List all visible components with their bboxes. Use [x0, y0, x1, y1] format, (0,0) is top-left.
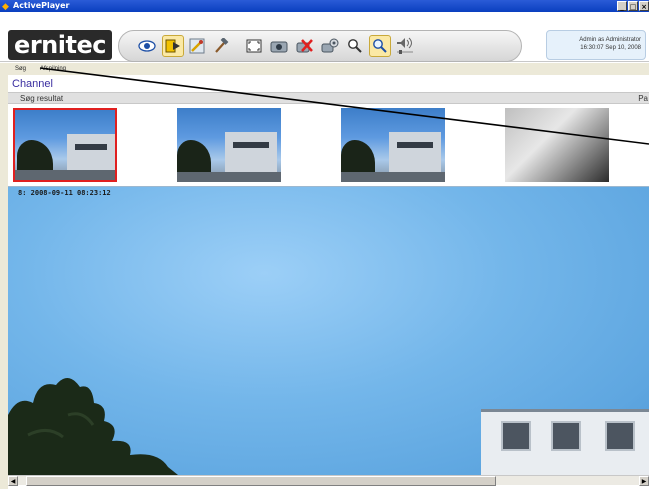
menu-bar: Søg Afspilning [0, 63, 649, 75]
audio-button[interactable] [394, 35, 416, 57]
minimize-button[interactable]: _ [617, 1, 627, 11]
building-windows [233, 142, 269, 148]
ground [177, 172, 281, 182]
active-player-window: ◆ ActivePlayer _ □ × ernitec Admin as Ad… [0, 0, 649, 489]
app-icon: ◆ [2, 1, 9, 11]
scroll-thumb[interactable] [26, 476, 496, 486]
thumbnail-strip [8, 104, 649, 184]
building-windows [75, 144, 107, 150]
zoom-icon [373, 39, 387, 53]
result-header-right: Pa [638, 94, 648, 103]
horizontal-scrollbar[interactable]: ◀ ▶ [8, 475, 649, 486]
window-title: ActivePlayer [13, 1, 70, 10]
delete-icon [296, 39, 313, 53]
window-controls: _ □ × [617, 1, 649, 11]
thumbnail-2[interactable] [177, 108, 281, 182]
zoom-button[interactable] [369, 35, 391, 57]
eye-icon [138, 40, 156, 52]
playback-button[interactable] [162, 35, 184, 57]
tree-silhouette [8, 377, 178, 475]
hammer-icon [215, 38, 229, 53]
channel-label: Channel [12, 78, 53, 90]
search-result-title: Søg resultat [20, 94, 64, 103]
speaker-icon [397, 37, 413, 54]
search-button[interactable] [344, 35, 366, 57]
ernitec-logo: ernitec [8, 30, 112, 60]
tools-button[interactable] [210, 35, 232, 57]
menu-item-search[interactable]: Søg [15, 63, 26, 75]
scroll-left-icon[interactable]: ◀ [8, 476, 18, 486]
building-windows [397, 142, 433, 148]
search-result-header: Søg resultat Pa [8, 92, 649, 104]
building [225, 132, 277, 172]
scroll-right-icon[interactable]: ▶ [639, 476, 649, 486]
ground [341, 172, 445, 182]
building [67, 134, 115, 174]
window [501, 421, 531, 451]
thumbnail-3[interactable] [341, 108, 445, 182]
snapshot-button[interactable] [268, 35, 290, 57]
building [481, 409, 649, 475]
live-view-button[interactable] [136, 35, 158, 57]
window [551, 421, 581, 451]
fullscreen-button[interactable] [243, 35, 265, 57]
search-icon [348, 39, 362, 53]
window [605, 421, 635, 451]
settings-button[interactable] [319, 35, 341, 57]
building [389, 132, 441, 172]
thumbnail-image [505, 108, 609, 182]
close-button[interactable]: × [639, 1, 649, 11]
fullscreen-icon [246, 39, 262, 53]
play-icon [165, 39, 180, 53]
ground [15, 170, 115, 180]
datetime-label: 16:30:07 Sep 10, 2008 [580, 45, 641, 51]
delete-button[interactable] [294, 35, 316, 57]
maximize-button[interactable]: □ [628, 1, 638, 11]
menu-item-playback[interactable]: Afspilning [40, 63, 66, 75]
user-label: Admin as Administrator [579, 37, 641, 43]
wrench-icon [189, 38, 205, 54]
video-timestamp: 8: 2008-09-11 08:23:12 [18, 189, 111, 197]
camera-view[interactable]: 8: 2008-09-11 08:23:12 [8, 186, 649, 475]
gear-icon [321, 38, 339, 53]
title-bar[interactable]: ◆ ActivePlayer _ □ × [0, 0, 649, 12]
camera-icon [270, 41, 288, 53]
thumbnail-4[interactable] [505, 108, 609, 182]
setup-button[interactable] [186, 35, 208, 57]
user-status-box: Admin as Administrator 16:30:07 Sep 10, … [546, 30, 646, 60]
thumbnail-1[interactable] [13, 108, 117, 182]
left-edge [0, 75, 8, 489]
app-header: ernitec Admin as Administrator 16:30:07 … [0, 12, 649, 62]
